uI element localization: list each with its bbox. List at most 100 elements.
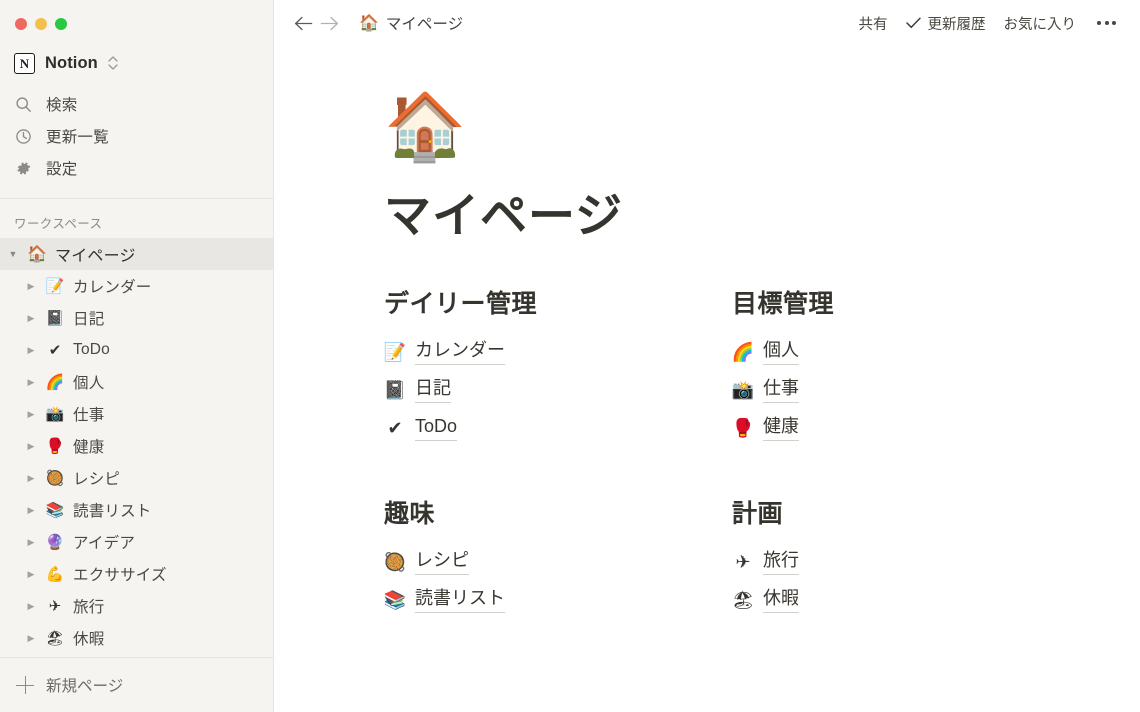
page-link[interactable]: 🏖休暇: [732, 582, 1140, 620]
chevron-right-icon[interactable]: ▶: [18, 314, 44, 323]
close-button[interactable]: [15, 18, 27, 30]
share-button[interactable]: 共有: [850, 8, 897, 39]
sidebar-page-label: カレンダー: [73, 275, 152, 297]
sidebar-page-root[interactable]: ▼🏠 マイページ: [0, 238, 273, 270]
section-heading: 趣味: [384, 494, 732, 530]
dot: [1105, 21, 1109, 25]
check-icon: [906, 17, 921, 29]
minimize-button[interactable]: [35, 18, 47, 30]
clock-icon: [14, 127, 33, 146]
dot: [1097, 21, 1101, 25]
page-emoji-icon: 📚: [44, 503, 66, 518]
main-area: 🏠 マイページ 共有 更新履歴 お気に入り: [274, 0, 1140, 712]
history-label: 更新履歴: [928, 13, 986, 34]
app-window: N Notion 検索 更新一覧: [0, 0, 1140, 712]
sidebar-page-item[interactable]: ▶🏖 休暇: [0, 622, 273, 654]
page-link[interactable]: ✔ ToDo: [384, 410, 732, 448]
page-icon[interactable]: 🏠: [384, 94, 466, 160]
page-link[interactable]: 🌈個人: [732, 334, 1140, 372]
section-heading: 計画: [732, 494, 1140, 530]
page-link-label: 休暇: [763, 588, 799, 613]
sidebar-page-label: ToDo: [73, 341, 110, 359]
new-page-button[interactable]: 新規ページ: [0, 657, 273, 712]
page-content: 🏠 マイページ デイリー管理📝カレンダー📓日記✔ToDo目標管理🌈個人📸仕事🥊健…: [274, 46, 1140, 712]
sidebar-page-label: 健康: [73, 435, 104, 457]
favorite-button[interactable]: お気に入り: [995, 8, 1086, 39]
page-emoji-icon: 🔮: [44, 535, 66, 550]
page-link[interactable]: 📸 仕事: [732, 372, 1140, 410]
sidebar-page-item[interactable]: ▶✔ToDo: [0, 334, 273, 366]
sidebar-page-label: マイページ: [55, 242, 136, 266]
page-emoji-icon: 📝: [384, 344, 406, 362]
page-emoji-icon: 💪: [44, 567, 66, 582]
page-link-label: カレンダー: [415, 340, 505, 365]
chevron-right-icon[interactable]: ▶: [18, 378, 44, 387]
sidebar-section-label: ワークスペース: [0, 199, 273, 238]
sidebar-page-item[interactable]: ▶📓日記: [0, 302, 273, 334]
share-label: 共有: [859, 13, 888, 34]
sidebar-page-label: エクササイズ: [73, 563, 167, 585]
sidebar-page-label: 旅行: [73, 595, 104, 617]
chevron-right-icon[interactable]: ▶: [18, 602, 44, 611]
sidebar-page-item[interactable]: ▶✈旅行: [0, 590, 273, 622]
maximize-button[interactable]: [55, 18, 67, 30]
page-title: マイページ: [384, 190, 1140, 242]
page-link[interactable]: ✈旅行: [732, 544, 1140, 582]
breadcrumb[interactable]: 🏠 マイページ: [354, 9, 468, 37]
workspace-name: Notion: [45, 54, 98, 73]
page-link[interactable]: 📝 カレンダー: [384, 334, 732, 372]
sidebar-item-settings[interactable]: 設定: [0, 152, 273, 184]
sidebar-page-item[interactable]: ▶🔮 アイデア: [0, 526, 273, 558]
chevron-right-icon[interactable]: ▶: [18, 538, 44, 547]
history-button[interactable]: 更新履歴: [897, 8, 995, 39]
chevron-right-icon[interactable]: ▶: [18, 442, 44, 451]
sidebar-page-item[interactable]: ▶📝カレンダー: [0, 270, 273, 302]
sidebar: N Notion 検索 更新一覧: [0, 0, 274, 712]
chevron-right-icon[interactable]: ▶: [18, 346, 44, 355]
sidebar-page-item[interactable]: ▶🥘レシピ: [0, 462, 273, 494]
chevron-right-icon[interactable]: ▶: [18, 410, 44, 419]
page-emoji-icon: 🏖: [44, 631, 66, 646]
page-emoji-icon: 🏠: [26, 246, 48, 262]
chevron-right-icon[interactable]: ▶: [18, 506, 44, 515]
page-link[interactable]: 🥘レシピ: [384, 544, 732, 582]
sidebar-page-item[interactable]: ▶📚 読書リスト: [0, 494, 273, 526]
chevron-right-icon[interactable]: ▶: [18, 474, 44, 483]
chevron-down-icon[interactable]: ▼: [0, 250, 26, 259]
page-link[interactable]: 🥊健康: [732, 410, 1140, 448]
sidebar-page-label: アイデア: [73, 531, 135, 553]
sidebar-page-label: 日記: [73, 307, 104, 329]
page-emoji-icon: 📸: [732, 382, 754, 400]
sidebar-page-label: 休暇: [73, 627, 104, 649]
sidebar-page-item[interactable]: ▶🥊健康: [0, 430, 273, 462]
arrow-left-icon[interactable]: [290, 10, 316, 36]
chevron-right-icon[interactable]: ▶: [18, 282, 44, 291]
page-link-label: ToDo: [415, 416, 457, 441]
page-section: デイリー管理📝カレンダー📓日記✔ToDo: [384, 284, 732, 448]
sidebar-page-label: 読書リスト: [73, 499, 152, 521]
favorite-label: お気に入り: [1004, 13, 1077, 34]
page-link[interactable]: 📓日記: [384, 372, 732, 410]
sidebar-page-item[interactable]: ▶📸仕事: [0, 398, 273, 430]
section-heading: 目標管理: [732, 284, 1140, 320]
page-section: 目標管理 🌈個人 📸 仕事 🥊健康: [732, 284, 1140, 448]
top-toolbar: 🏠 マイページ 共有 更新履歴 お気に入り: [274, 0, 1140, 46]
page-tree: ▼🏠 マイページ ▶📝カレンダー▶📓日記▶✔ToDo▶🌈個人▶📸仕事▶🥊健康▶🥘レシ…: [0, 238, 273, 657]
chevron-right-icon[interactable]: ▶: [18, 634, 44, 643]
chevron-right-icon[interactable]: ▶: [18, 570, 44, 579]
page-link-label: 健康: [763, 416, 799, 441]
page-link-label: 仕事: [763, 378, 799, 403]
page-link[interactable]: 📚読書リスト: [384, 582, 732, 620]
sidebar-page-item[interactable]: ▶💪 エクササイズ: [0, 558, 273, 590]
sidebar-item-search[interactable]: 検索: [0, 88, 273, 120]
arrow-right-icon[interactable]: [316, 10, 342, 36]
page-inner: 🏠 マイページ デイリー管理📝カレンダー📓日記✔ToDo目標管理🌈個人📸仕事🥊健…: [384, 94, 1140, 620]
page-emoji-icon: 🌈: [732, 344, 754, 362]
page-emoji-icon: 📓: [384, 382, 406, 400]
workspace-switcher[interactable]: N Notion: [0, 46, 273, 80]
sidebar-item-updates[interactable]: 更新一覧: [0, 120, 273, 152]
gear-icon: [14, 159, 33, 178]
sidebar-page-item[interactable]: ▶🌈個人: [0, 366, 273, 398]
page-emoji-icon: ✔: [384, 420, 406, 438]
more-horizontal-icon[interactable]: [1089, 12, 1124, 34]
